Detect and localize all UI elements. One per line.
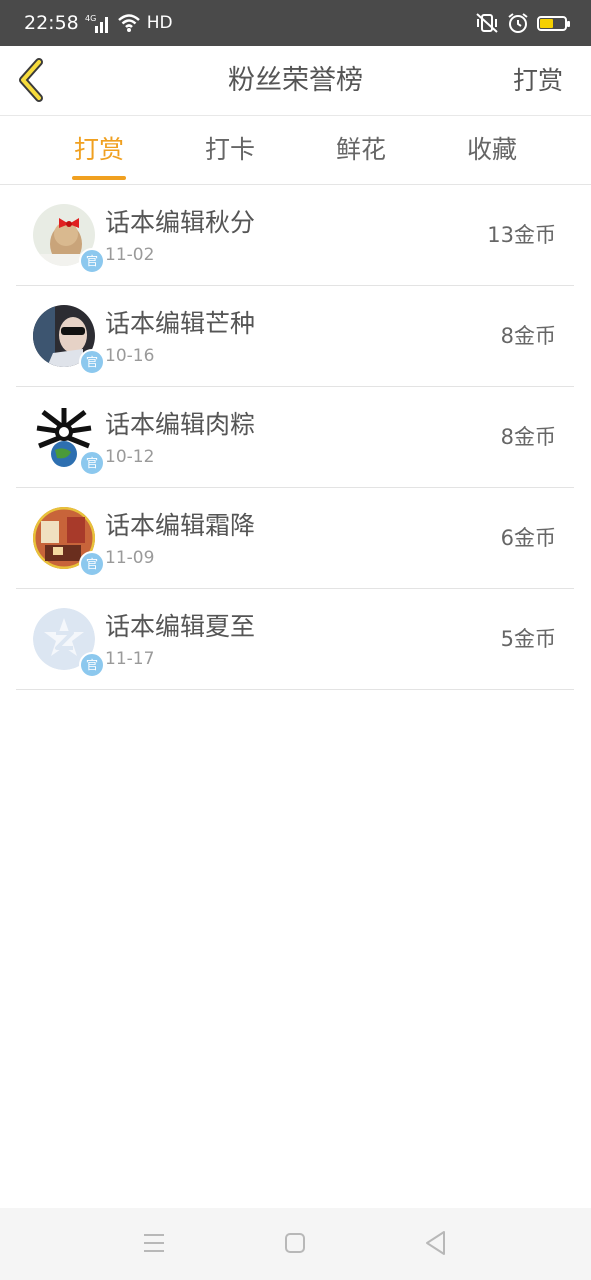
signal-icon: 4G <box>85 14 108 33</box>
tab-checkin[interactable]: 打卡 <box>185 116 275 184</box>
reward-date: 11-09 <box>105 548 155 568</box>
reward-date: 11-17 <box>105 649 155 669</box>
list-item[interactable]: 官 话本编辑夏至 11-17 5金币 <box>16 589 574 690</box>
official-badge: 官 <box>79 450 105 476</box>
tab-favorites[interactable]: 收藏 <box>447 116 537 184</box>
vibrate-off-icon <box>476 13 498 33</box>
user-name: 话本编辑芒种 <box>105 309 256 338</box>
user-name: 话本编辑秋分 <box>105 208 256 237</box>
battery-icon <box>537 15 570 31</box>
list-item[interactable]: 官 话本编辑霜降 11-09 6金币 <box>16 488 574 589</box>
fan-ranking-list: 官 话本编辑秋分 11-02 13金币 官 话本编辑芒种 10-16 8金币 官… <box>16 185 574 690</box>
page-title: 粉丝荣誉榜 <box>228 65 363 96</box>
menu-icon[interactable] <box>143 1232 165 1254</box>
title-bar: 粉丝荣誉榜 打赏 <box>0 46 591 116</box>
tab-flowers[interactable]: 鲜花 <box>316 116 406 184</box>
reward-action-button[interactable]: 打赏 <box>513 46 563 115</box>
user-name: 话本编辑霜降 <box>105 511 256 540</box>
reward-date: 10-12 <box>105 447 155 467</box>
coin-amount: 6金币 <box>500 526 556 550</box>
official-badge: 官 <box>79 551 105 577</box>
user-name: 话本编辑肉粽 <box>105 410 256 439</box>
list-item[interactable]: 官 话本编辑肉粽 10-12 8金币 <box>16 387 574 488</box>
list-item[interactable]: 官 话本编辑秋分 11-02 13金币 <box>16 185 574 286</box>
tab-reward[interactable]: 打赏 <box>54 116 144 184</box>
reward-date: 10-16 <box>105 346 155 366</box>
coin-amount: 5金币 <box>500 627 556 651</box>
coin-amount: 8金币 <box>500 324 556 348</box>
official-badge: 官 <box>79 248 105 274</box>
tab-bar: 打赏 打卡 鲜花 收藏 <box>0 116 591 185</box>
hd-label: HD <box>146 13 173 33</box>
user-name: 话本编辑夏至 <box>105 612 256 641</box>
official-badge: 官 <box>79 652 105 678</box>
home-square-icon[interactable] <box>284 1232 306 1254</box>
status-bar: 22:58 4G HD <box>0 0 591 46</box>
network-type: 4G <box>85 14 96 23</box>
battery-level <box>540 18 554 28</box>
official-badge: 官 <box>79 349 105 375</box>
coin-amount: 13金币 <box>487 223 556 247</box>
reward-date: 11-02 <box>105 245 155 265</box>
coin-amount: 8金币 <box>500 425 556 449</box>
alarm-icon <box>508 13 528 33</box>
active-tab-indicator <box>72 176 126 180</box>
back-triangle-icon[interactable] <box>424 1230 446 1256</box>
system-nav-bar <box>0 1208 591 1280</box>
list-item[interactable]: 官 话本编辑芒种 10-16 8金币 <box>16 286 574 387</box>
status-time: 22:58 <box>24 12 79 34</box>
wifi-icon <box>117 14 140 32</box>
